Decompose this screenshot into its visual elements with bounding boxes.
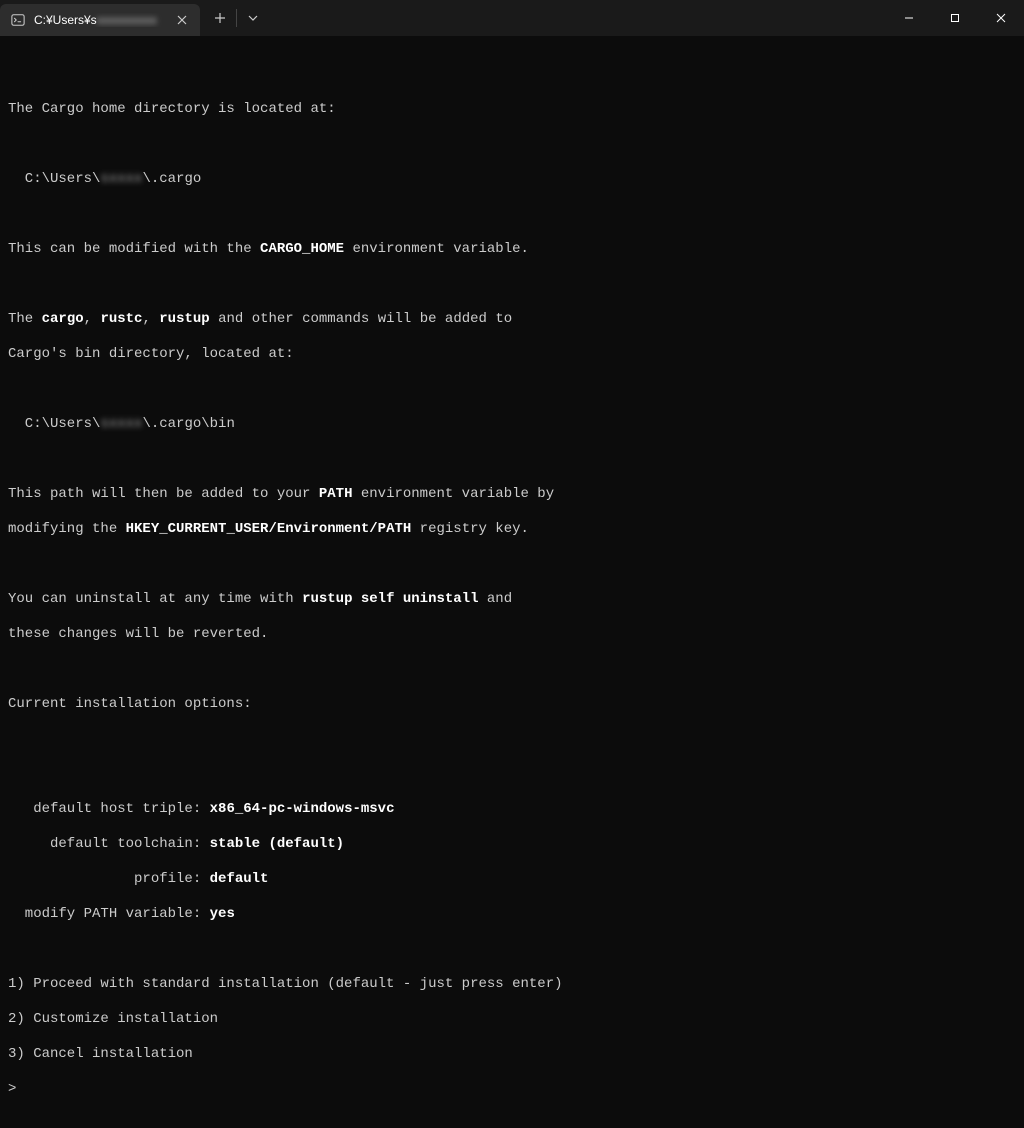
cmd-name: rustup: [159, 311, 209, 327]
terminal-tab[interactable]: C:¥Users¥sxxxxxxxxxx: [0, 4, 200, 36]
output-text: C:\Users\: [8, 416, 100, 432]
menu-choice: 1) Proceed with standard installation (d…: [8, 976, 563, 992]
divider: [236, 9, 237, 27]
output-text: registry key.: [411, 521, 529, 537]
menu-choice: 3) Cancel installation: [8, 1046, 193, 1062]
option-key: default host triple:: [8, 801, 210, 817]
tab-close-button[interactable]: [174, 12, 190, 28]
option-key: default toolchain:: [8, 836, 210, 852]
new-tab-button[interactable]: [206, 4, 234, 32]
env-var: CARGO_HOME: [260, 241, 344, 257]
output-text: Cargo's bin directory, located at:: [8, 346, 294, 362]
window-controls: [886, 0, 1024, 36]
cmd-name: cargo: [42, 311, 84, 327]
cmd-name: rustc: [100, 311, 142, 327]
output-text: You can uninstall at any time with: [8, 591, 302, 607]
output-text: \.cargo\bin: [142, 416, 234, 432]
tab-actions: [200, 0, 273, 36]
terminal-output[interactable]: The Cargo home directory is located at: …: [0, 36, 1024, 1128]
env-var: PATH: [319, 486, 353, 502]
output-text: and other commands will be added to: [210, 311, 512, 327]
terminal-icon: [10, 12, 26, 28]
option-key: profile:: [8, 871, 210, 887]
option-value: x86_64-pc-windows-msvc: [210, 801, 395, 817]
option-value: default: [210, 871, 269, 887]
output-text: these changes will be reverted.: [8, 626, 268, 642]
output-text: modifying the: [8, 521, 126, 537]
registry-key: HKEY_CURRENT_USER/Environment/PATH: [126, 521, 412, 537]
prompt: >: [8, 1081, 16, 1097]
output-text: environment variable by: [352, 486, 554, 502]
option-value: yes: [210, 906, 235, 922]
output-text: ,: [84, 311, 101, 327]
output-text: The: [8, 311, 42, 327]
titlebar: C:¥Users¥sxxxxxxxxxx: [0, 0, 1024, 36]
maximize-button[interactable]: [932, 0, 978, 36]
output-text: Current installation options:: [8, 696, 252, 712]
output-text: The Cargo home directory is located at:: [8, 101, 336, 117]
redacted-username: sxxxx: [100, 416, 142, 434]
redacted-username: sxxxx: [100, 171, 142, 189]
close-button[interactable]: [978, 0, 1024, 36]
output-text: This path will then be added to your: [8, 486, 319, 502]
output-text: C:\Users\: [8, 171, 100, 187]
output-text: \.cargo: [142, 171, 201, 187]
option-key: modify PATH variable:: [8, 906, 210, 922]
tab-title: C:¥Users¥sxxxxxxxxxx: [34, 13, 166, 27]
menu-choice: 2) Customize installation: [8, 1011, 218, 1027]
minimize-button[interactable]: [886, 0, 932, 36]
output-text: and: [479, 591, 513, 607]
tab-dropdown-button[interactable]: [239, 4, 267, 32]
output-text: environment variable.: [344, 241, 529, 257]
option-value: stable (default): [210, 836, 344, 852]
output-text: This can be modified with the: [8, 241, 260, 257]
cmd-name: rustup self uninstall: [302, 591, 478, 607]
output-text: ,: [142, 311, 159, 327]
